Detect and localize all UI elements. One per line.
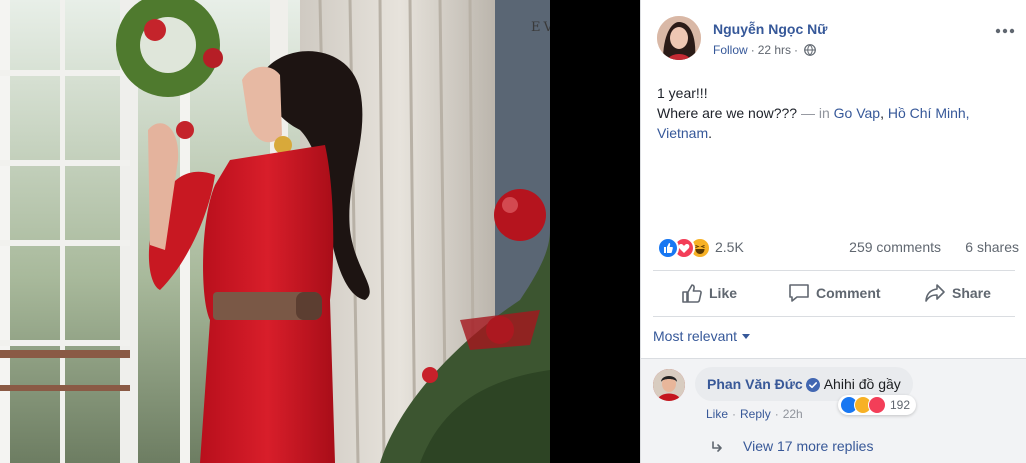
comment-icon	[789, 284, 809, 302]
location-prefix: — in	[800, 105, 830, 121]
verified-badge-icon	[805, 378, 820, 392]
love-reaction-icon	[868, 396, 886, 414]
thumbs-up-icon	[682, 284, 702, 303]
divider	[653, 316, 1015, 317]
comment-action-separator: ·	[732, 407, 737, 421]
like-reaction-icon	[657, 237, 679, 259]
share-icon	[925, 284, 945, 302]
comment-button-label: Comment	[816, 285, 881, 301]
shares-count[interactable]: 6 shares	[965, 239, 1019, 255]
photo-watermark: EV	[531, 20, 550, 35]
more-dots-icon	[995, 28, 1015, 34]
avatar-image	[657, 16, 701, 60]
comment-actions: Like · Reply · 22h	[706, 407, 803, 421]
comment-button[interactable]: Comment	[788, 272, 881, 314]
photo-illustration	[0, 0, 550, 463]
comment-time[interactable]: 22h	[783, 407, 803, 421]
post-meta: Follow · 22 hrs ·	[713, 43, 816, 57]
chevron-down-icon	[742, 334, 751, 339]
meta-separator: ·	[750, 43, 755, 57]
divider	[653, 270, 1015, 271]
reply-arrow-icon	[712, 441, 722, 452]
share-button-label: Share	[952, 285, 991, 301]
location-period: .	[708, 125, 712, 141]
like-button-label: Like	[709, 285, 738, 301]
comment-reply-link[interactable]: Reply	[740, 407, 771, 421]
reaction-count[interactable]: 2.5K	[715, 239, 744, 255]
commenter-avatar[interactable]	[653, 369, 685, 401]
post-text: 1 year!!! Where are we now??? — in Go Va…	[657, 83, 1017, 143]
comment-section: Phan Văn Đức Ahihi đồ gầy 192 Like · Reply…	[641, 358, 1026, 463]
comment-sort-dropdown[interactable]: Most relevant	[653, 328, 751, 344]
view-more-replies-label: View 17 more replies	[743, 438, 874, 454]
post-text-line-2: Where are we now??? — in Go Vap, Hồ Chí …	[657, 103, 1017, 143]
globe-icon[interactable]	[804, 44, 816, 56]
post-time[interactable]: 22 hrs	[758, 43, 791, 57]
location-comma: ,	[880, 105, 884, 121]
more-options-button[interactable]	[995, 22, 1015, 34]
follow-link[interactable]: Follow	[713, 43, 748, 57]
post-photo[interactable]: EV	[0, 0, 550, 463]
post-text-line-1: 1 year!!!	[657, 85, 708, 101]
commenter-avatar-image	[653, 369, 685, 401]
share-button[interactable]: Share	[924, 272, 991, 314]
like-button[interactable]: Like	[681, 272, 737, 314]
comment-reaction-count: 192	[890, 398, 911, 412]
meta-separator: ·	[794, 43, 799, 57]
post-panel: Nguyễn Ngọc Nữ Follow · 22 hrs · 1 year!!! …	[640, 0, 1026, 463]
comments-count[interactable]: 259 comments	[849, 239, 941, 255]
commenter-name[interactable]: Phan Văn Đức	[707, 376, 803, 392]
post-actions: Like Comment Share	[653, 272, 1015, 314]
author-avatar[interactable]	[657, 16, 701, 60]
comment-reaction-summary[interactable]: 192	[838, 395, 917, 415]
comment-text: Ahihi đồ gầy	[823, 376, 901, 392]
post-header: Nguyễn Ngọc Nữ Follow · 22 hrs ·	[657, 16, 1017, 64]
view-more-replies-link[interactable]: View 17 more replies	[711, 438, 873, 454]
comment-like-link[interactable]: Like	[706, 407, 728, 421]
author-name[interactable]: Nguyễn Ngọc Nữ	[713, 21, 827, 37]
post-stats: 2.5K 259 comments 6 shares	[657, 237, 1019, 259]
comment-sort-label: Most relevant	[653, 328, 738, 344]
post-text-question: Where are we now???	[657, 105, 798, 121]
comment-action-separator: ·	[774, 407, 779, 421]
location-link-go-vap[interactable]: Go Vap	[834, 105, 880, 121]
